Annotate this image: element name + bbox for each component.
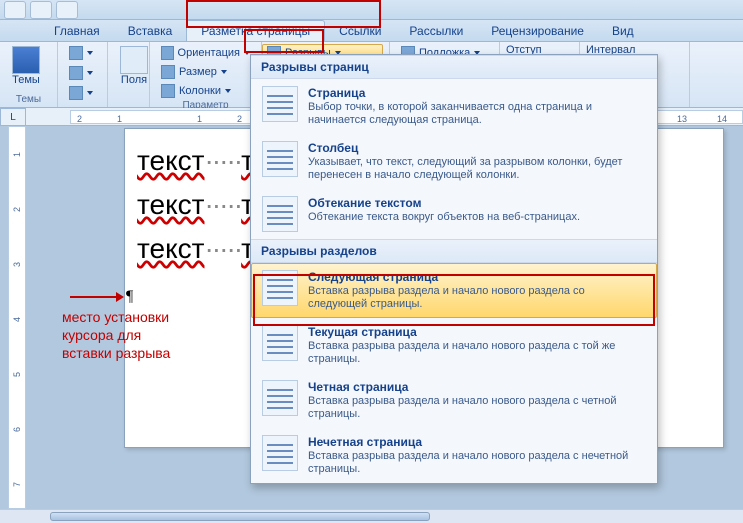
orientation-icon [161,46,174,60]
themes-icon [12,46,40,74]
qat-redo-icon[interactable] [56,1,78,19]
fonts-icon [69,66,83,80]
tab-page-layout[interactable]: Разметка страницы [186,20,325,41]
size-button[interactable]: Размер [156,63,255,81]
caret-icon [87,71,93,75]
menu-item-next-page-section[interactable]: Следующая страницаВставка разрыва раздел… [251,263,657,318]
cursor-pilcrow-icon: ¶ [126,288,133,306]
margins-button[interactable]: Поля [114,44,154,86]
horizontal-scrollbar[interactable] [0,509,743,523]
menu-header-page-breaks: Разрывы страниц [251,55,657,79]
theme-colors-button[interactable] [64,44,101,62]
caret-icon [225,89,231,93]
ribbon-tabs: Главная Вставка Разметка страницы Ссылки… [0,20,743,42]
annotation-arrow [70,296,122,298]
effects-icon [69,86,83,100]
columns-button[interactable]: Колонки [156,82,255,100]
continuous-section-icon [262,325,298,361]
quick-access-toolbar [0,0,743,20]
menu-item-even-page-section[interactable]: Четная страницаВставка разрыва раздела и… [251,373,657,428]
theme-effects-button[interactable] [64,84,101,102]
tab-review[interactable]: Рецензирование [477,21,598,41]
qat-save-icon[interactable] [4,1,26,19]
text-wrap-icon [262,196,298,232]
qat-undo-icon[interactable] [30,1,52,19]
breaks-dropdown-menu: Разрывы страниц СтраницаВыбор точки, в к… [250,54,658,484]
caret-icon [221,70,227,74]
tab-view[interactable]: Вид [598,21,648,41]
menu-item-column-break[interactable]: СтолбецУказывает, что текст, следующий з… [251,134,657,189]
caret-icon [87,51,93,55]
columns-icon [161,84,175,98]
tab-insert[interactable]: Вставка [114,21,187,41]
menu-item-text-wrap-break[interactable]: Обтекание текстомОбтекание текста вокруг… [251,189,657,239]
themes-label: Темы [12,74,40,86]
group-themes: Темы [6,94,51,107]
annotation-text: место установки курсора для вставки разр… [62,308,170,362]
menu-item-continuous-section[interactable]: Текущая страницаВставка разрыва раздела … [251,318,657,373]
even-page-section-icon [262,380,298,416]
themes-button[interactable]: Темы [6,44,46,86]
vertical-ruler[interactable]: 1234567 [8,126,26,509]
doc-text: текст [137,145,204,176]
menu-item-odd-page-section[interactable]: Нечетная страницаВставка разрыва раздела… [251,428,657,483]
tab-links[interactable]: Ссылки [325,21,395,41]
odd-page-section-icon [262,435,298,471]
margins-icon [120,46,148,74]
size-icon [161,65,175,79]
colors-icon [69,46,83,60]
margins-label: Поля [121,74,147,86]
menu-header-section-breaks: Разрывы разделов [251,239,657,263]
orientation-button[interactable]: Ориентация [156,44,255,62]
caret-icon [87,91,93,95]
column-break-icon [262,141,298,177]
theme-fonts-button[interactable] [64,64,101,82]
scrollbar-thumb[interactable] [50,512,430,521]
tab-home[interactable]: Главная [40,21,114,41]
ruler-tab-selector[interactable]: L [0,108,26,126]
page-break-icon [262,86,298,122]
tab-mailings[interactable]: Рассылки [395,21,477,41]
next-page-section-icon [262,270,298,306]
menu-item-page-break[interactable]: СтраницаВыбор точки, в которой заканчива… [251,79,657,134]
